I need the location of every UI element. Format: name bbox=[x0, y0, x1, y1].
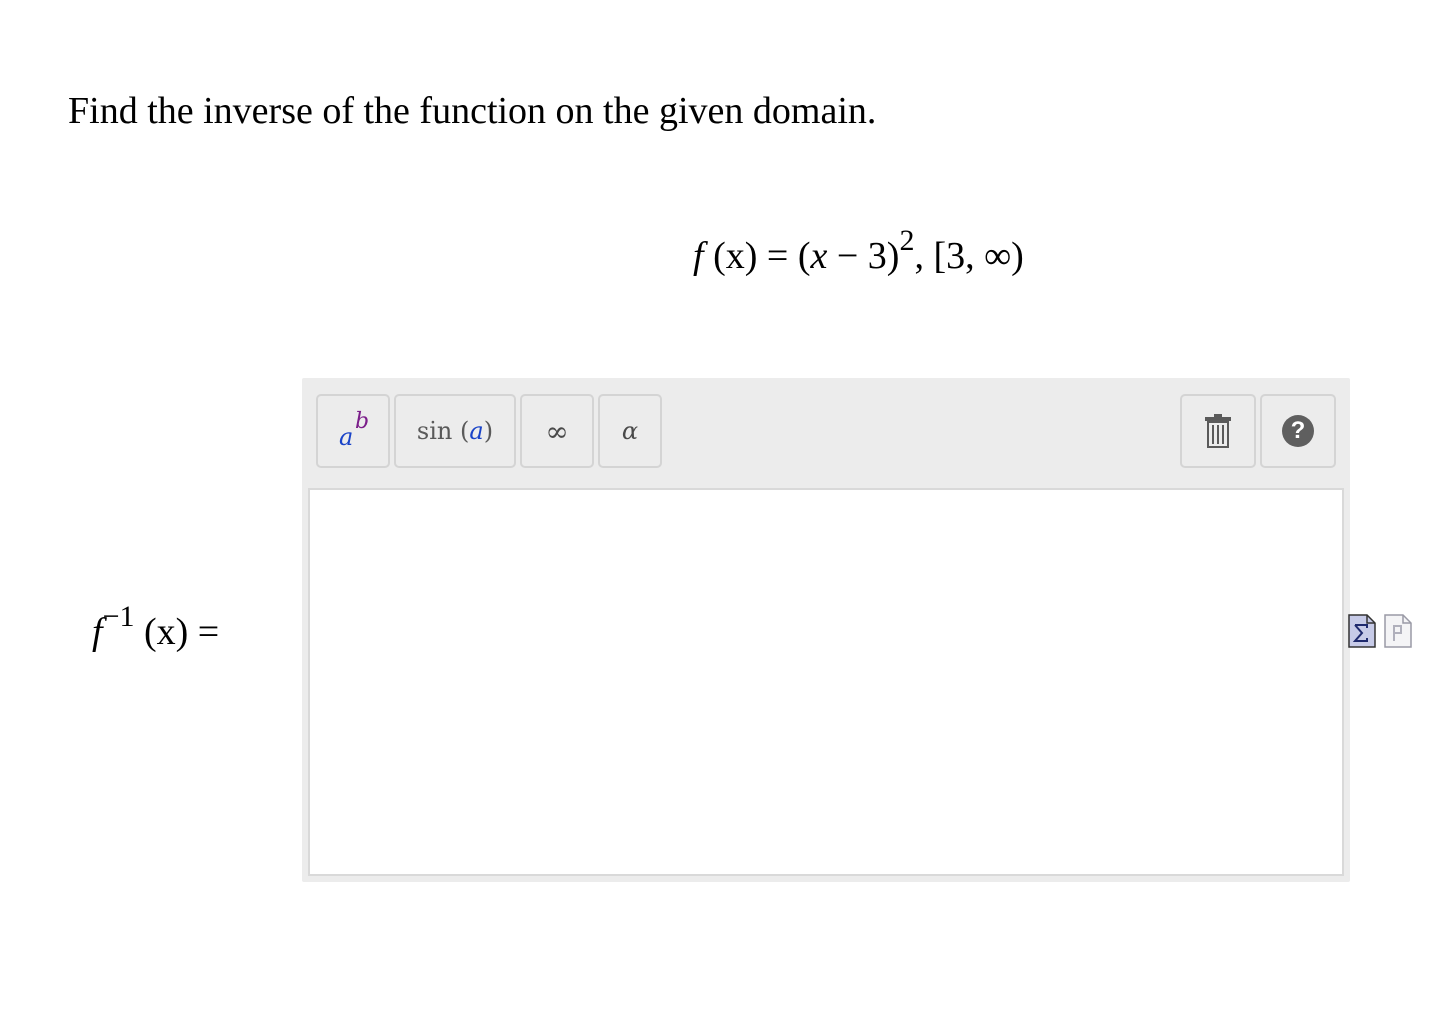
question-prompt: Find the inverse of the function on the … bbox=[68, 90, 877, 132]
given-function: f (x) = (x − 3)2, [3, ∞) bbox=[693, 224, 1024, 289]
equals-sign: = bbox=[757, 235, 798, 277]
function-name: f bbox=[693, 235, 704, 277]
greek-letter-icon: α bbox=[621, 417, 639, 445]
help-icon: ? bbox=[1282, 415, 1314, 447]
trash-icon bbox=[1205, 414, 1231, 448]
trig-function-icon: sin (a) bbox=[416, 417, 494, 445]
entry-mode-icons bbox=[1348, 610, 1412, 648]
minus-three: − 3) bbox=[827, 235, 900, 277]
plain-entry-icon[interactable] bbox=[1384, 610, 1412, 648]
help-button[interactable]: ? bbox=[1260, 394, 1336, 468]
greek-letter-button[interactable]: α bbox=[598, 394, 662, 468]
inverse-equals: = bbox=[188, 611, 220, 653]
inverse-exponent: −1 bbox=[102, 600, 135, 633]
inverse-function-label: f−1 (x) = bbox=[92, 600, 220, 665]
clear-button[interactable] bbox=[1180, 394, 1256, 468]
math-editor: a b sin (a) ∞ α ? bbox=[302, 378, 1350, 882]
inverse-argument: (x) bbox=[143, 611, 189, 653]
infinity-button[interactable]: ∞ bbox=[520, 394, 594, 468]
superscript-icon: a b bbox=[339, 409, 370, 451]
domain: , [3, ∞) bbox=[914, 235, 1024, 277]
answer-input[interactable] bbox=[308, 488, 1344, 876]
function-argument: (x) bbox=[713, 235, 758, 277]
exponent: 2 bbox=[899, 224, 915, 257]
trig-function-button[interactable]: sin (a) bbox=[394, 394, 516, 468]
superscript-button[interactable]: a b bbox=[316, 394, 390, 468]
math-entry-icon[interactable] bbox=[1348, 610, 1376, 648]
variable-x: x bbox=[810, 235, 828, 277]
inverse-function-name: f bbox=[92, 611, 103, 653]
infinity-icon: ∞ bbox=[545, 414, 569, 448]
open-paren: ( bbox=[797, 235, 811, 277]
